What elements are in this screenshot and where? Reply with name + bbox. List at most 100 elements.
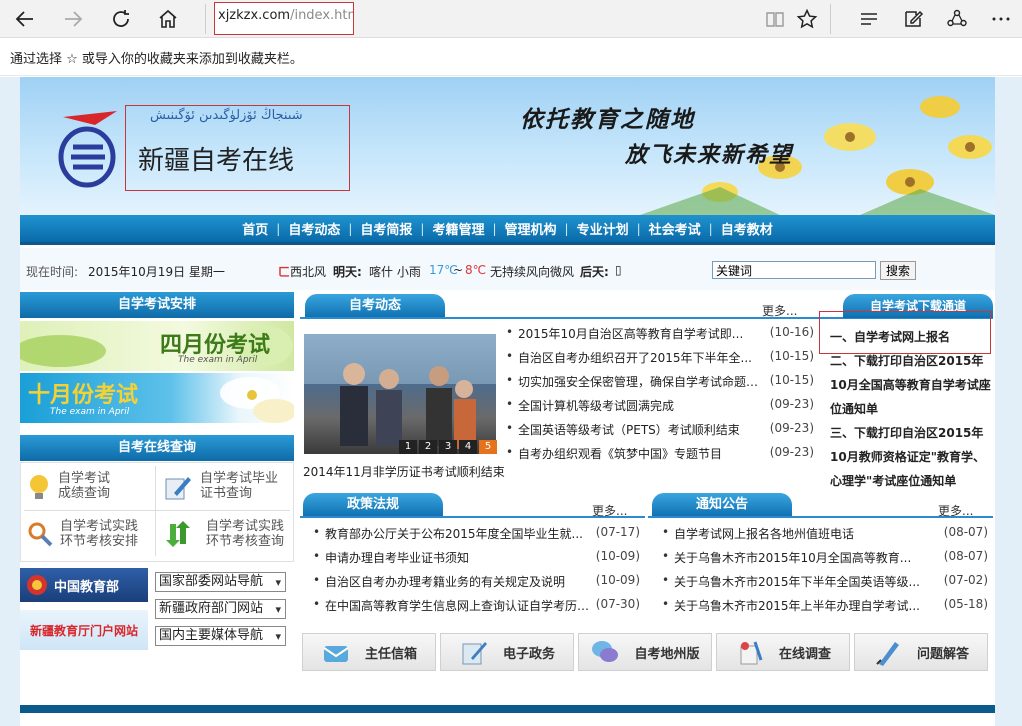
policy-more-link[interactable]: 更多... [592, 502, 627, 519]
xj-edu-logo-link[interactable]: 新疆教育厅门户网站 [20, 610, 148, 650]
list-item[interactable]: • 全国英语等级考试（PETS）考试顺利结束 (09-23) [506, 421, 814, 445]
tab-notices[interactable]: 通知公告 [652, 493, 792, 517]
ministry-sites-select[interactable]: 国家部委网站导航 ▾ [155, 572, 286, 592]
list-item[interactable]: • 自治区自考办组织召开了2015年下半年全... (10-15) [506, 349, 814, 373]
nav-home[interactable]: 首页 [234, 219, 276, 238]
faq-label: 问题解答 [916, 646, 969, 662]
practice-query-link[interactable]: 自学考试实践 环节考核查询 [160, 514, 297, 562]
list-item[interactable]: • 教育部办公厅关于公布2015年度全国毕业生就... (07-17) [313, 525, 640, 549]
news-photo-image [304, 334, 496, 449]
list-item[interactable]: • 在中国高等教育学生信息网上查询认证自学考历的... (07-30) [313, 597, 640, 621]
list-item[interactable]: • 自治区自考办办理考籍业务的有关规定及说明 (10-09) [313, 573, 640, 597]
wind-forecast: 无持续风向微风 [490, 265, 575, 279]
tab-news[interactable]: 自考动态 [305, 294, 445, 318]
refresh-button[interactable] [106, 4, 136, 34]
list-item[interactable]: • 自学考试网上报名各地州值班电话 (08-07) [662, 525, 988, 549]
notice-more-link[interactable]: 更多... [938, 502, 973, 519]
slogan-line-2: 放飞未来新希望 [625, 142, 794, 168]
photo-page-5[interactable]: 5 [479, 440, 497, 454]
nav-textbooks[interactable]: 自考教材 [713, 219, 781, 238]
back-arrow-icon [15, 11, 33, 27]
nav-social-exams[interactable]: 社会考试 [641, 219, 709, 238]
web-note-button[interactable] [898, 4, 928, 34]
prefecture-edition-label: 自考地州版 [634, 646, 700, 662]
april-exam-banner[interactable]: 四月份考试 The exam in April [20, 321, 294, 371]
book-icon [766, 12, 784, 27]
more-options-button[interactable] [986, 4, 1016, 34]
site-name: 新疆自考在线 [138, 146, 295, 176]
forward-button[interactable] [58, 4, 88, 34]
online-survey-button[interactable]: 在线调查 [716, 633, 850, 671]
list-item[interactable]: • 切实加强安全保密管理，确保自学考试命题工... (10-15) [506, 373, 814, 397]
news-list: • 2015年10月自治区高等教育自学考试即... (10-16) • 自治区自考办组… [506, 325, 814, 469]
back-button[interactable] [10, 4, 40, 34]
site-name-uyghur: شىنجاڭ ئۆزلۈگىدىن ئۆگىنىش [150, 108, 303, 123]
search-button[interactable]: 搜索 [880, 261, 916, 280]
director-mailbox-label: 主任信箱 [364, 646, 417, 662]
download-item-seat-notice[interactable]: 二、下载打印自治区2015年10月全国高等教育自学考试座位通知单 [830, 349, 992, 421]
prefecture-edition-button[interactable]: 自考地州版 [578, 633, 712, 671]
list-item[interactable]: • 申请办理自考毕业证书须知 (10-09) [313, 549, 640, 573]
tomorrow-weather: 喀什 小雨 [369, 265, 421, 279]
list-item[interactable]: • 关于乌鲁木齐市2015年10月全国高等教育... (08-07) [662, 549, 988, 573]
practice-query-line1: 自学考试实践 [206, 519, 285, 534]
day-after-label: 后天: [580, 265, 609, 279]
xj-gov-sites-select[interactable]: 新疆政府部门网站 ▾ [155, 599, 286, 619]
tomorrow-label: 明天: [333, 265, 362, 279]
photo-page-3[interactable]: 3 [439, 440, 457, 454]
hub-button[interactable] [854, 4, 884, 34]
download-item-signup[interactable]: 一、自学考试网上报名 [830, 325, 992, 349]
download-item-teacher-seat[interactable]: 三、下载打印自治区2015年10月教师资格证定"教育学、心理学"考试座位通知单 [830, 421, 992, 493]
forward-arrow-icon [65, 11, 83, 27]
weather-wind: 西北风 [290, 265, 327, 279]
refresh-icon [113, 10, 129, 27]
online-survey-label: 在线调查 [778, 646, 831, 662]
list-item[interactable]: • 关于乌鲁木齐市2015年上半年办理自学考试... (05-18) [662, 597, 988, 621]
nav-majors[interactable]: 专业计划 [569, 219, 637, 238]
nav-agencies[interactable]: 管理机构 [497, 219, 565, 238]
exam-schedule-header: 自学考试安排 [20, 292, 294, 318]
director-mailbox-button[interactable]: 主任信箱 [302, 633, 436, 671]
current-date: 2015年10月19日 星期一 [88, 265, 225, 279]
pen-document-icon [462, 642, 487, 665]
footer-bar [20, 705, 995, 713]
list-item[interactable]: • 2015年10月自治区高等教育自学考试即... (10-16) [506, 325, 814, 349]
notice-list: • 自学考试网上报名各地州值班电话 (08-07) • 关于乌鲁木齐市2015年10月… [662, 525, 988, 621]
list-item[interactable]: • 关于乌鲁木齐市2015年下半年全国英语等级... (07-02) [662, 573, 988, 597]
share-icon [947, 9, 967, 27]
moe-logo-link[interactable]: 中国教育部 [20, 568, 148, 602]
nav-news[interactable]: 自考动态 [280, 219, 348, 238]
chevron-down-icon: ▾ [275, 630, 281, 643]
favorite-star-button[interactable] [792, 4, 822, 34]
home-button[interactable] [153, 4, 183, 34]
nav-briefing[interactable]: 自考简报 [352, 219, 420, 238]
address-path: /index.htm [290, 8, 354, 23]
photo-page-2[interactable]: 2 [419, 440, 437, 454]
faq-button[interactable]: 问题解答 [854, 633, 988, 671]
search-input[interactable] [712, 261, 876, 279]
news-photo[interactable]: 1 2 3 4 5 [304, 334, 497, 454]
e-government-button[interactable]: 电子政务 [440, 633, 574, 671]
reading-view-button[interactable] [760, 4, 790, 34]
score-query-link[interactable]: 自学考试 成绩查询 [22, 467, 159, 515]
list-item[interactable]: • 全国计算机等级考试圆满完成 (09-23) [506, 397, 814, 421]
photo-pager: 1 2 3 4 5 [399, 440, 497, 454]
media-sites-select[interactable]: 国内主要媒体导航 ▾ [155, 626, 286, 646]
photo-page-4[interactable]: 4 [459, 440, 477, 454]
slogan-line-1: 依托教育之随地 [520, 106, 695, 133]
tab-policy[interactable]: 政策法规 [303, 493, 443, 517]
practice-schedule-link[interactable]: 自学考试实践 环节考核安排 [22, 514, 159, 562]
star-icon [796, 8, 818, 29]
news-more-link[interactable]: 更多... [762, 302, 797, 319]
xj-edu-logo-text: 新疆教育厅门户网站 [29, 623, 138, 638]
photo-caption[interactable]: 2014年11月非学历证书考试顺利结束 [303, 463, 505, 480]
online-query-header: 自考在线查询 [20, 435, 294, 461]
score-query-line1: 自学考试 [58, 471, 111, 486]
nav-records[interactable]: 考籍管理 [424, 219, 492, 238]
address-bar[interactable]: xjzkzx.com/index.htm [214, 2, 354, 35]
october-exam-banner[interactable]: 十月份考试 The exam in April [20, 373, 294, 423]
list-item[interactable]: • 自考办组织观看《筑梦中国》专题节目 (09-23) [506, 445, 814, 469]
certificate-query-link[interactable]: 自学考试毕业 证书查询 [160, 467, 297, 515]
photo-page-1[interactable]: 1 [399, 440, 417, 454]
share-button[interactable] [942, 4, 972, 34]
